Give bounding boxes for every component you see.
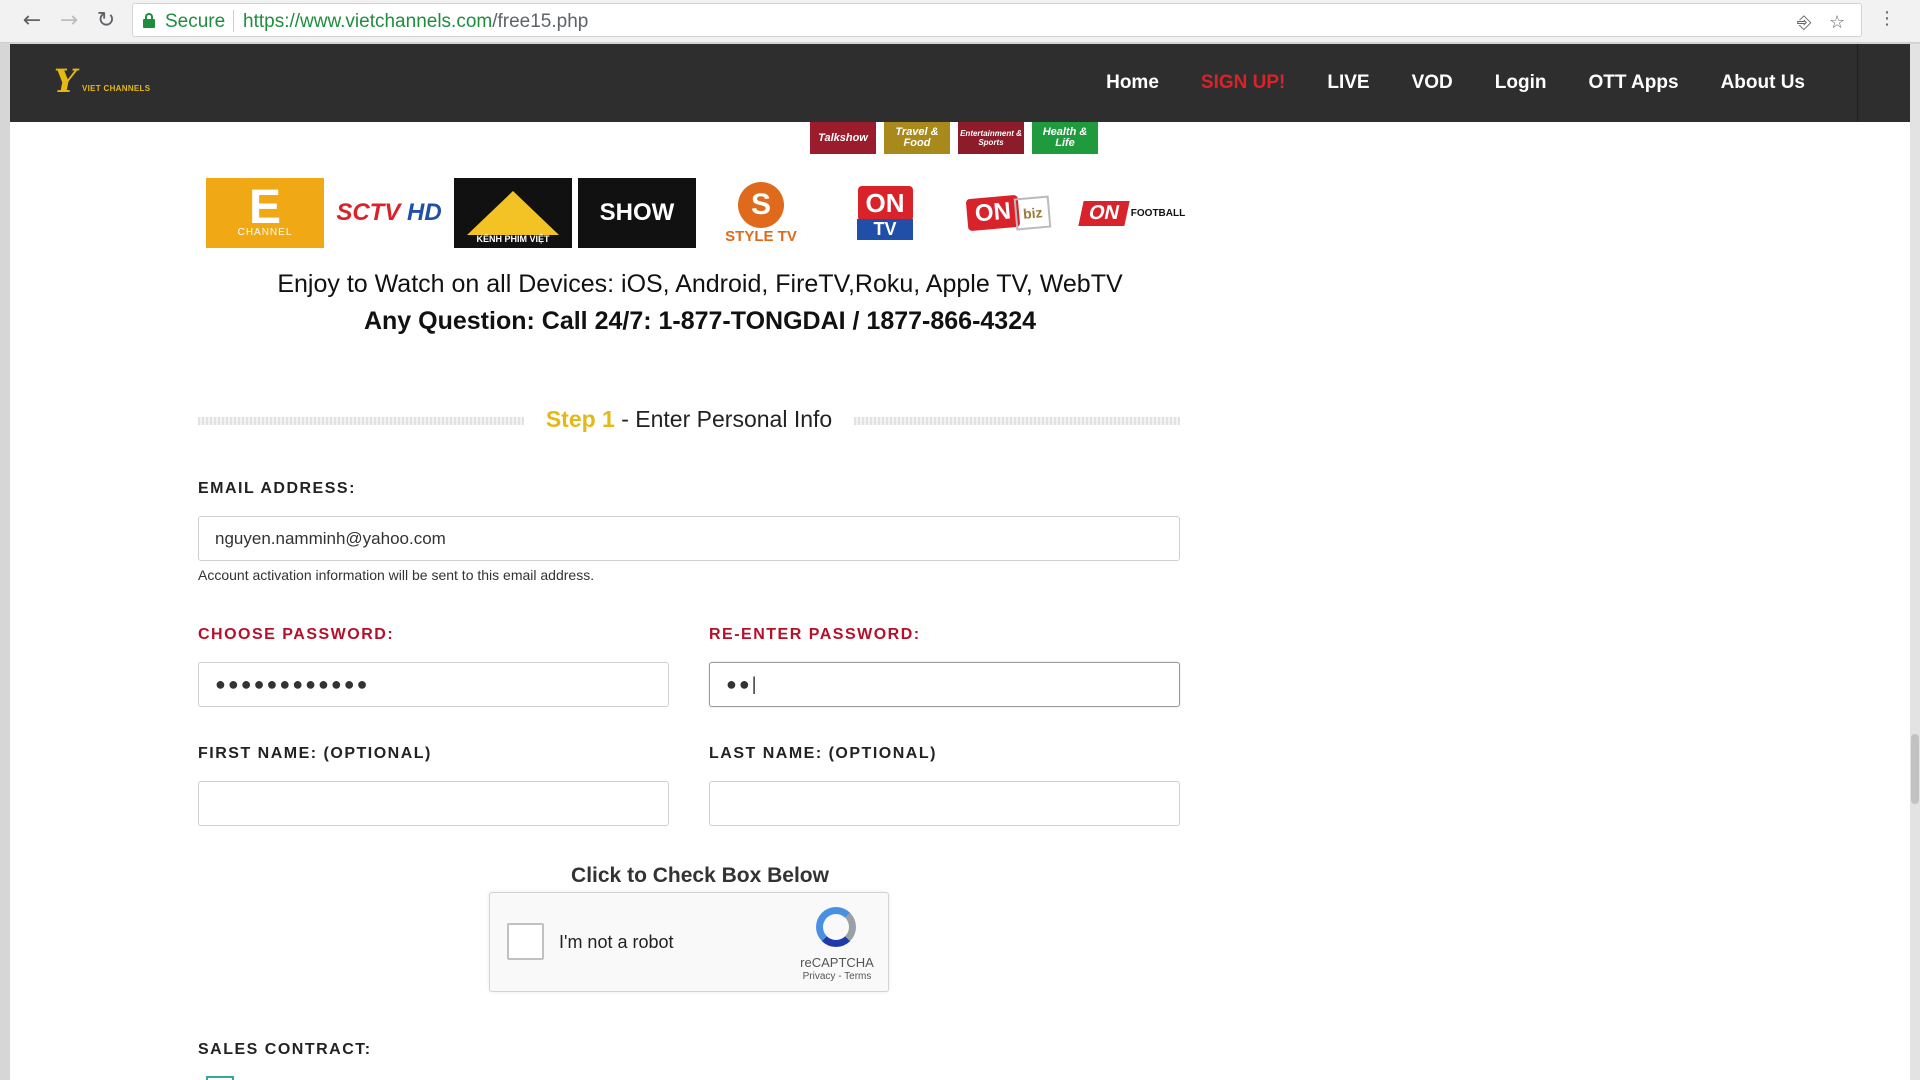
email-hint: Account activation information will be s… [198, 567, 595, 583]
sales-contract-label: SALES CONTRACT: [198, 1041, 372, 1058]
sctv-mark: SCTV [336, 199, 401, 226]
logo-show: SHOW [578, 178, 696, 248]
thumb-talkshow: Talkshow [810, 122, 876, 154]
recaptcha-brand: reCAPTCHA [800, 955, 874, 970]
step-number: Step 1 [545, 406, 615, 432]
lastname-label: LAST NAME: (OPTIONAL) [709, 745, 937, 762]
site-header: Y VIET CHANNELS Home SIGN UP! LIVE VOD L… [10, 44, 1910, 122]
url-path: /free15.php [492, 11, 589, 32]
reload-icon[interactable]: ↻ [92, 7, 120, 35]
email-field[interactable]: nguyen.namminh@yahoo.com [198, 516, 1180, 561]
nav-signup[interactable]: SIGN UP! [1180, 72, 1306, 94]
back-icon[interactable]: ← [18, 7, 46, 35]
step-text: - Enter Personal Info [614, 406, 833, 432]
page-scrollbar[interactable] [1910, 44, 1920, 1080]
captcha-checkbox[interactable] [507, 923, 544, 960]
password-label: CHOOSE PASSWORD: [198, 626, 395, 643]
step-heading: Step 1 - Enter Personal Info [198, 404, 1180, 434]
channel-logos: E CHANNEL SCTV HD KÊNH PHIM VIỆT SHOW S … [206, 178, 1192, 248]
logo-style-tv: S STYLE TV [702, 178, 820, 248]
logo-kenh-phim-viet: KÊNH PHIM VIỆT [454, 178, 572, 248]
logo-e-channel: E CHANNEL [206, 178, 324, 248]
firstname-label: FIRST NAME: (OPTIONAL) [198, 745, 432, 762]
browser-menu-icon[interactable]: ⋮ [1878, 8, 1896, 29]
nav-about-us[interactable]: About Us [1700, 72, 1826, 94]
window-left-edge [0, 44, 10, 1080]
signup-page: Talkshow Travel & Food Entertainment & S… [10, 122, 1910, 1080]
logo-on-football: ON FOOTBALL [1074, 178, 1192, 248]
firstname-field[interactable] [198, 781, 669, 826]
repassword-field[interactable]: ●●| [709, 662, 1180, 707]
address-separator [233, 10, 234, 32]
site-logo[interactable]: Y VIET CHANNELS [54, 62, 174, 100]
logo-sctv-hd: SCTV HD [330, 178, 448, 248]
on-biz-on: ON [965, 194, 1021, 232]
recaptcha-icon [816, 907, 856, 947]
on-biz-biz: biz [1013, 195, 1053, 231]
address-bar[interactable]: Secure https://www.vietchannels.com/free… [132, 3, 1862, 37]
header-divider [1857, 44, 1858, 122]
main-nav: Home SIGN UP! LIVE VOD Login OTT Apps Ab… [1085, 44, 1826, 122]
recaptcha-links[interactable]: Privacy - Terms [790, 971, 884, 982]
secure-label: Secure [165, 11, 226, 32]
nav-vod[interactable]: VOD [1391, 72, 1474, 94]
captcha-title: Click to Check Box Below [571, 864, 829, 887]
logo-mark: Y [54, 62, 77, 100]
kpv-text: KÊNH PHIM VIỆT [476, 234, 550, 244]
sctv-hd: HD [407, 199, 442, 226]
category-thumbnails: Talkshow Travel & Food Entertainment & S… [810, 122, 1098, 154]
nav-login[interactable]: Login [1474, 72, 1568, 94]
thumb-entertainment-sports: Entertainment & Sports [958, 122, 1024, 154]
style-tv-name: STYLE TV [725, 227, 797, 245]
url-host: https://www.vietchannels.com [243, 11, 493, 32]
on-tv-on: ON [857, 186, 913, 221]
forward-icon[interactable]: → [55, 7, 83, 35]
thumb-travel-food: Travel & Food [884, 122, 950, 154]
url-text: https://www.vietchannels.com/free15.php [243, 11, 588, 33]
on-football-name: FOOTBALL [1130, 207, 1186, 219]
recaptcha-widget: I'm not a robot reCAPTCHA Privacy - Term… [489, 892, 889, 992]
logo-on-tv: ON TV [826, 178, 944, 248]
nav-live[interactable]: LIVE [1306, 72, 1390, 94]
devices-tagline: Enjoy to Watch on all Devices: iOS, Andr… [277, 270, 1123, 298]
style-tv-mark: S [738, 181, 784, 228]
conical-hat-icon [467, 191, 559, 235]
on-tv-tv: TV [857, 219, 913, 240]
logo-on-biz: ON biz [950, 178, 1068, 248]
logo-text: VIET CHANNELS [82, 84, 151, 93]
nav-ott-apps[interactable]: OTT Apps [1567, 72, 1699, 94]
email-label: EMAIL ADDRESS: [198, 480, 356, 497]
lock-icon [143, 13, 155, 28]
thumb-health-life: Health & Life [1032, 122, 1098, 154]
on-football-on: ON [1078, 200, 1130, 226]
repassword-label: RE-ENTER PASSWORD: [709, 626, 921, 643]
e-channel-sub: CHANNEL [237, 227, 293, 238]
phone-tagline: Any Question: Call 24/7: 1-877-TONGDAI /… [363, 307, 1037, 335]
password-field[interactable]: ●●●●●●●●●●●● [198, 662, 669, 707]
step-title: Step 1 - Enter Personal Info [198, 406, 1180, 433]
scrollbar-thumb[interactable] [1911, 734, 1919, 804]
star-icon[interactable]: ☆ [1829, 12, 1845, 33]
key-icon[interactable]: ⎆ [1797, 12, 1811, 33]
nav-home[interactable]: Home [1085, 72, 1180, 94]
e-channel-mark: E [248, 181, 281, 234]
browser-toolbar: ← → ↻ Secure https://www.vietchannels.co… [0, 0, 1920, 43]
sales-contract-checkbox[interactable] [206, 1076, 234, 1080]
captcha-text: I'm not a robot [559, 932, 674, 952]
lastname-field[interactable] [709, 781, 1180, 826]
